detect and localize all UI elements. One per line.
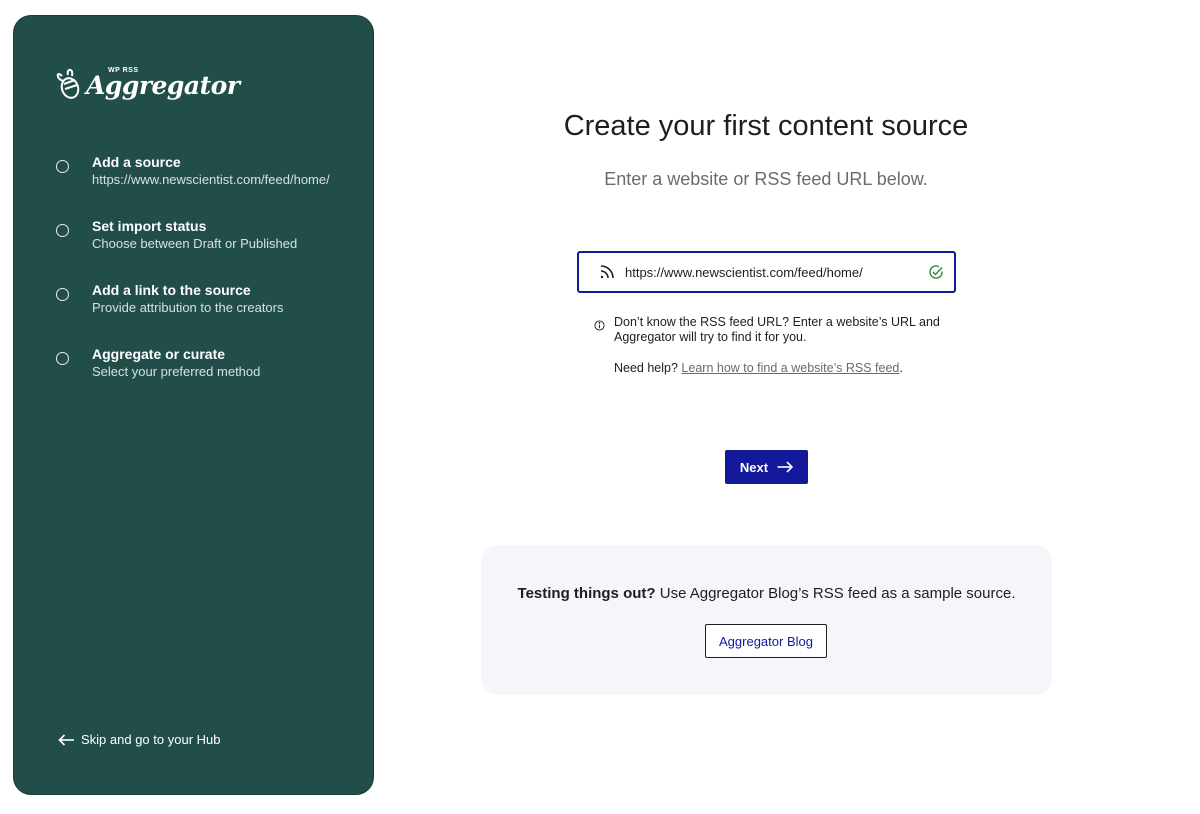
help-text: Don’t know the RSS feed URL? Enter a web… [614, 315, 940, 344]
skip-label: Skip and go to your Hub [81, 732, 221, 747]
step-aggregate-curate: Aggregate or curate Select your preferre… [55, 345, 330, 409]
info-icon [594, 320, 605, 331]
need-help-line: Need help? Learn how to find a website’s… [594, 361, 944, 376]
step-circle-icon [56, 224, 69, 237]
sample-message: Testing things out? Use Aggregator Blog’… [481, 585, 1052, 602]
next-label: Next [739, 459, 769, 475]
page-title: Create your first content source [563, 110, 969, 142]
sample-message-bold: Testing things out? [517, 585, 656, 602]
sample-message-text: Use Aggregator Blog’s RSS feed as a samp… [655, 585, 1016, 602]
wp-rss-aggregator-logo: WP RSS Aggregator [54, 66, 240, 100]
valid-check-icon [929, 265, 943, 279]
need-help-prefix: Need help? [614, 361, 682, 375]
sample-source-panel: Testing things out? Use Aggregator Blog’… [481, 545, 1052, 695]
step-title: Add a source [92, 154, 181, 170]
page-subtitle: Enter a website or RSS feed URL below. [604, 169, 928, 189]
step-import-status: Set import status Choose between Draft o… [55, 217, 330, 281]
step-title: Add a link to the source [92, 282, 251, 298]
arrow-left-icon [58, 733, 74, 746]
step-circle-icon [56, 352, 69, 365]
step-title: Set import status [92, 218, 207, 234]
step-subtitle: https://www.newscientist.com/feed/home/ [92, 172, 330, 187]
step-source-link: Add a link to the source Provide attribu… [55, 281, 330, 345]
aggregator-blog-button[interactable]: Aggregator Blog [705, 624, 827, 658]
onboarding-sidebar: WP RSS Aggregator Add a source https://w… [13, 15, 374, 795]
rss-help-link[interactable]: Learn how to find a website’s RSS feed [681, 361, 899, 375]
setup-steps: Add a source https://www.newscientist.co… [55, 153, 330, 409]
logo-small-text: WP RSS [108, 67, 139, 74]
bee-logo-icon [56, 68, 80, 99]
step-circle-icon [56, 288, 69, 301]
step-subtitle: Select your preferred method [92, 364, 261, 379]
step-subtitle: Provide attribution to the creators [92, 300, 284, 315]
skip-to-hub-link[interactable]: Skip and go to your Hub [58, 732, 220, 747]
feed-url-field[interactable] [577, 251, 956, 293]
need-help-suffix: . [899, 361, 903, 375]
step-circle-icon [56, 160, 69, 173]
logo-wordmark: Aggregator [86, 71, 240, 100]
step-add-source: Add a source https://www.newscientist.co… [55, 153, 330, 217]
arrow-right-icon [777, 461, 794, 473]
feed-url-input[interactable] [625, 257, 928, 287]
rss-icon [600, 265, 614, 279]
feed-help: Don’t know the RSS feed URL? Enter a web… [594, 315, 944, 376]
step-title: Aggregate or curate [92, 346, 226, 362]
next-button[interactable]: Next [725, 450, 808, 484]
step-subtitle: Choose between Draft or Published [92, 236, 298, 251]
